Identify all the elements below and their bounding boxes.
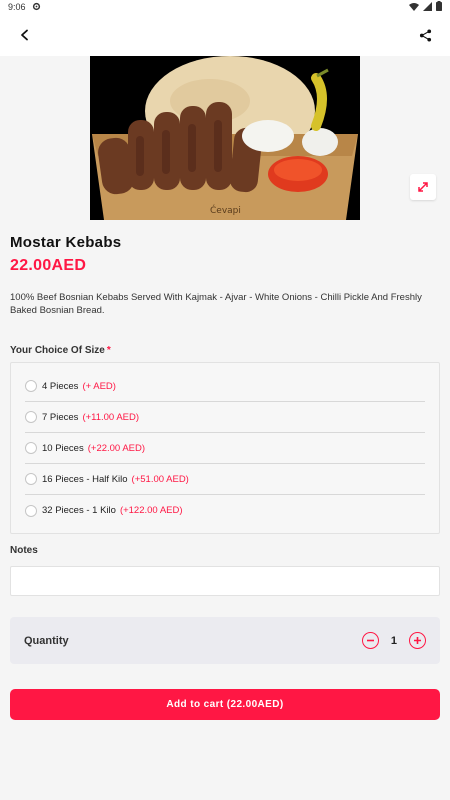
size-option[interactable]: 4 Pieces (+ AED) [25,371,425,402]
radio-button[interactable] [25,380,37,392]
option-label: 10 Pieces [42,442,84,454]
option-extra-price: (+22.00 AED) [87,442,146,454]
notes-input[interactable] [10,566,440,596]
radio-button[interactable] [25,473,37,485]
option-extra-price: (+11.00 AED) [82,411,140,423]
battery-icon [436,1,442,13]
svg-text:Ćevapi: Ćevapi [210,204,241,216]
cell-signal-icon [423,1,432,13]
quantity-stepper: Quantity 1 [10,617,440,664]
radio-button[interactable] [25,504,37,517]
option-extra-price: (+122.00 AED) [119,505,183,516]
notes-label: Notes [10,545,38,556]
option-label: 4 Pieces [42,380,79,392]
product-image: Ćevapi [90,56,360,220]
minus-icon[interactable] [361,632,379,649]
required-mark: * [106,345,111,356]
product-title: Mostar Kebabs [10,234,122,251]
option-label: 16 Pieces - Half Kilo [42,473,128,485]
share-icon[interactable] [414,24,436,46]
option-label: 32 Pieces - 1 Kilo [42,505,116,516]
size-option[interactable]: 32 Pieces - 1 Kilo (+122.00 AED) [25,495,425,526]
plus-icon[interactable] [409,632,426,649]
add-to-cart-button[interactable]: Add to cart (22.00AED) [10,689,440,720]
option-label: 7 Pieces [42,411,79,423]
option-extra-price: (+ AED) [82,380,116,392]
radio-button[interactable] [25,411,37,423]
quantity-label: Quantity [24,634,69,647]
size-option[interactable]: 10 Pieces (+22.00 AED) [25,433,425,464]
option-extra-price: (+51.00 AED) [131,473,189,485]
status-time: 9:06 [8,2,26,12]
size-option[interactable]: 7 Pieces (+11.00 AED) [25,402,425,433]
quantity-controls: 1 [361,632,426,649]
product-price: 22.00AED [10,257,87,274]
app-bar [0,14,450,56]
expand-image-icon[interactable] [410,174,436,200]
status-bar: 9:06 [0,0,450,14]
chevron-left-icon[interactable] [14,24,36,46]
gear-icon [32,2,41,13]
wifi-icon [409,2,419,13]
size-section-label: Your Choice Of Size * [10,345,111,356]
size-options: 4 Pieces (+ AED) 7 Pieces (+11.00 AED) 1… [10,362,440,534]
size-label-text: Your Choice Of Size [10,345,105,356]
product-description: 100% Beef Bosnian Kebabs Served With Kaj… [10,292,422,316]
radio-button[interactable] [25,442,37,454]
size-option[interactable]: 16 Pieces - Half Kilo (+51.00 AED) [25,464,425,495]
quantity-value: 1 [390,634,397,647]
